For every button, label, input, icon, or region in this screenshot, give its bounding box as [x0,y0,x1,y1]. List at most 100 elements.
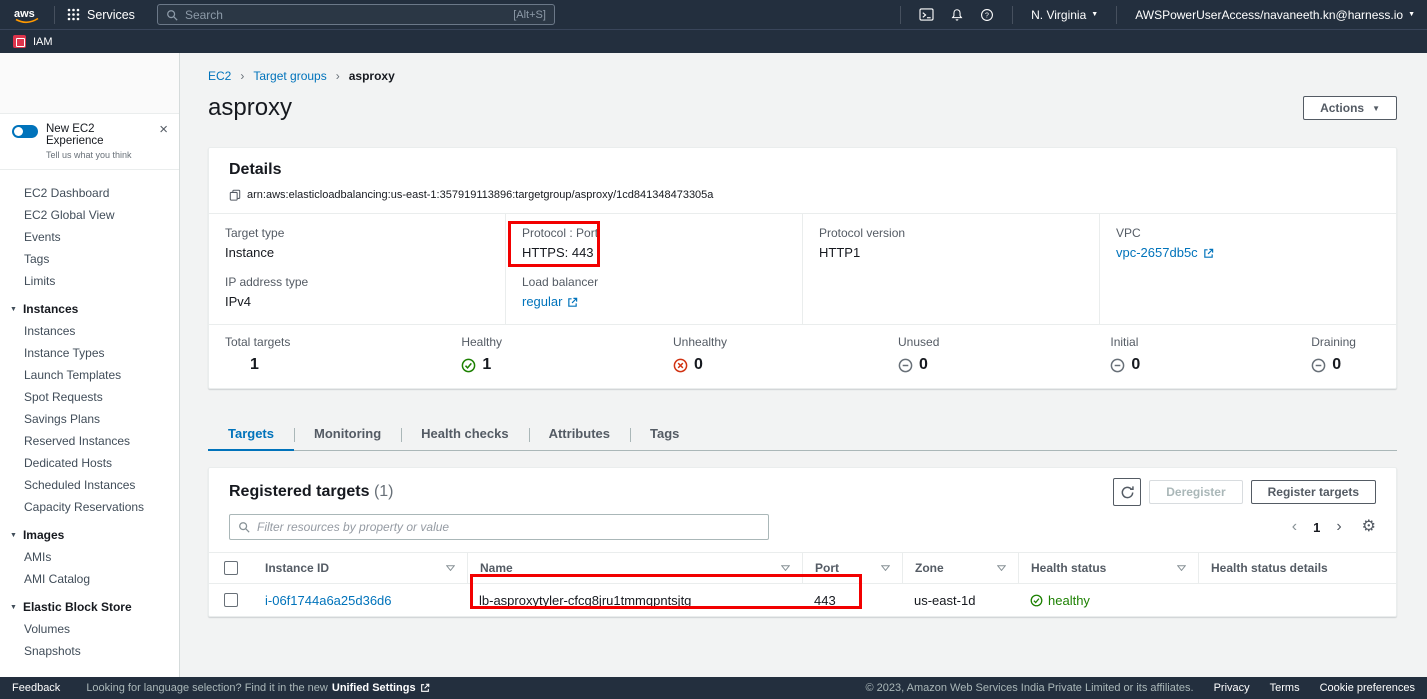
new-experience-toggle[interactable] [12,125,38,138]
sort-icon [997,565,1006,571]
divider [54,6,55,24]
field-ip-address-type: IP address type IPv4 [225,275,489,310]
table-header-port[interactable]: Port [802,553,902,583]
sidebar-item-scheduled-instances[interactable]: Scheduled Instances [0,474,179,496]
breadcrumb-ec2[interactable]: EC2 [208,69,231,83]
filter-input[interactable] [257,520,760,534]
search-bar[interactable]: [Alt+S] [157,4,555,25]
services-label: Services [87,8,135,22]
sidebar-item-instance-types[interactable]: Instance Types [0,342,179,364]
close-icon[interactable]: × [156,123,171,136]
field-protocol-version: Protocol version HTTP1 [819,226,1083,261]
sidebar-item-capacity-reservations[interactable]: Capacity Reservations [0,496,179,518]
sidebar-section-elastic-block-store[interactable]: ▼Elastic Block Store [0,590,179,618]
copyright-text: © 2023, Amazon Web Services India Privat… [866,682,1194,694]
row-select-cell [209,584,253,616]
actions-button[interactable]: Actions ▼ [1303,96,1397,120]
top-navigation-bar: aws Services [Alt+S] ? N. Virginia [0,0,1427,29]
sort-icon [1177,565,1186,571]
region-selector[interactable]: N. Virginia ▼ [1031,8,1098,22]
target-name-cell: lb-asproxytyler-cfcg8jru1tmmqpntsjtg [467,584,802,616]
deregister-button[interactable]: Deregister [1149,480,1242,504]
sidebar-item-ec2-dashboard[interactable]: EC2 Dashboard [0,182,179,204]
pagination-page-1[interactable]: 1 [1313,520,1320,535]
sidebar-item-reserved-instances[interactable]: Reserved Instances [0,430,179,452]
field-vpc: VPC vpc-2657db5c [1116,226,1380,261]
breadcrumb-target-groups[interactable]: Target groups [253,69,326,83]
stat-value: 0 [694,356,703,374]
search-input[interactable] [185,8,506,22]
help-button[interactable]: ? [980,8,994,22]
sidebar: New EC2 Experience Tell us what you thin… [0,53,180,677]
tab-health-checks[interactable]: Health checks [401,417,528,450]
field-label: Load balancer [522,275,786,289]
row-checkbox[interactable] [224,593,238,607]
sidebar-section-images[interactable]: ▼Images [0,518,179,546]
account-menu[interactable]: AWSPowerUserAccess/navaneeth.kn@harness.… [1135,8,1415,22]
registered-targets-header: Registered targets (1) Deregister Regist… [209,468,1396,514]
sidebar-item-instances[interactable]: Instances [0,320,179,342]
section-label: Images [23,528,64,542]
pagination-prev-icon[interactable]: ‹ [1292,519,1297,535]
sidebar-item-tags[interactable]: Tags [0,248,179,270]
notifications-button[interactable] [950,8,964,22]
search-icon [166,9,178,21]
register-targets-button[interactable]: Register targets [1251,480,1376,504]
sidebar-section-instances[interactable]: ▼Instances [0,292,179,320]
footer: Feedback Looking for language selection?… [0,677,1427,699]
instance-id-link[interactable]: i-06f1744a6a25d36d6 [265,593,392,608]
pagination-next-icon[interactable]: › [1336,519,1341,535]
table-header-zone[interactable]: Zone [902,553,1018,583]
vpc-link[interactable]: vpc-2657db5c [1116,245,1198,261]
field-value: HTTPS: 443 [522,245,786,261]
stat-label: Draining [1311,335,1356,349]
sidebar-item-snapshots[interactable]: Snapshots [0,640,179,662]
filter-box[interactable] [229,514,769,540]
copy-icon[interactable] [229,189,241,201]
services-menu[interactable]: Services [67,8,135,22]
sidebar-item-launch-templates[interactable]: Launch Templates [0,364,179,386]
target-health-cell: healthy [1018,584,1198,616]
sidebar-item-limits[interactable]: Limits [0,270,179,292]
sidebar-item-events[interactable]: Events [0,226,179,248]
stat-value: 0 [1332,356,1341,374]
sidebar-item-spot-requests[interactable]: Spot Requests [0,386,179,408]
external-link-icon [567,297,578,308]
favorite-iam-link[interactable]: IAM [33,36,53,48]
column-label: Health status [1031,561,1106,575]
field-load-balancer: Load balancer regular [522,275,786,310]
feedback-link[interactable]: Feedback [12,682,60,694]
sidebar-item-ami-catalog[interactable]: AMI Catalog [0,568,179,590]
tab-monitoring[interactable]: Monitoring [294,417,401,450]
table-row: i-06f1744a6a25d36d6 lb-asproxytyler-cfcg… [209,583,1396,616]
sort-icon [881,565,890,571]
sidebar-item-amis[interactable]: AMIs [0,546,179,568]
tab-targets[interactable]: Targets [208,417,294,450]
cookie-preferences-link[interactable]: Cookie preferences [1320,682,1415,694]
sidebar-item-ec2-global-view[interactable]: EC2 Global View [0,204,179,226]
table-header-health-status[interactable]: Health status [1018,553,1198,583]
stat-healthy: Healthy 1 [461,335,502,374]
select-all-checkbox[interactable] [224,561,238,575]
terms-link[interactable]: Terms [1270,682,1300,694]
aws-logo[interactable]: aws [12,5,42,24]
stat-value: 0 [1131,356,1140,374]
privacy-link[interactable]: Privacy [1214,682,1250,694]
tab-tags[interactable]: Tags [630,417,699,450]
cloudshell-button[interactable] [919,8,934,21]
details-column-3: Protocol version HTTP1 [802,214,1099,324]
sidebar-item-volumes[interactable]: Volumes [0,618,179,640]
table-header-name[interactable]: Name [467,553,802,583]
unified-settings-link[interactable]: Unified Settings [332,682,416,694]
sidebar-item-savings-plans[interactable]: Savings Plans [0,408,179,430]
chevron-down-icon: ▼ [1091,11,1098,18]
refresh-button[interactable] [1113,478,1141,506]
tab-attributes[interactable]: Attributes [529,417,630,450]
sidebar-item-dedicated-hosts[interactable]: Dedicated Hosts [0,452,179,474]
field-label: Protocol version [819,226,1083,240]
load-balancer-link[interactable]: regular [522,294,562,310]
table-header-instance-id[interactable]: Instance ID [253,553,467,583]
breadcrumb-separator: › [240,69,244,83]
settings-gear-icon[interactable]: ⚙ [1362,519,1376,535]
sidebar-top-spacer [0,53,179,113]
